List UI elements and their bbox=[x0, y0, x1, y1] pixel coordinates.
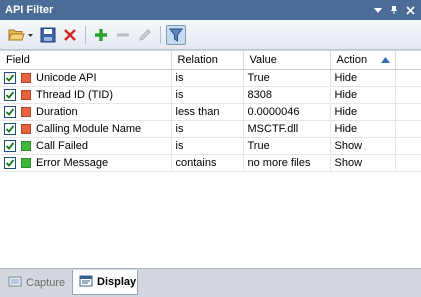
field-cell[interactable]: Thread ID (TID) bbox=[0, 86, 172, 104]
remove-icon[interactable] bbox=[113, 25, 133, 45]
action-cell[interactable]: Show bbox=[330, 137, 396, 155]
field-name: Duration bbox=[36, 105, 78, 118]
action-cell[interactable]: Hide bbox=[330, 103, 396, 121]
filter-icon[interactable] bbox=[166, 24, 186, 45]
hide-indicator-icon bbox=[21, 72, 31, 83]
table-row[interactable]: Call Failed is True Show bbox=[0, 137, 421, 155]
field-name: Thread ID (TID) bbox=[36, 88, 114, 101]
column-header-action[interactable]: Action bbox=[330, 51, 396, 70]
tab-display[interactable]: Display bbox=[72, 270, 138, 295]
relation-cell[interactable]: is bbox=[171, 86, 244, 104]
tab-capture[interactable]: Capture bbox=[2, 272, 72, 294]
toolbar-separator bbox=[160, 25, 161, 44]
field-name: Call Failed bbox=[36, 139, 88, 152]
tab-strip: Capture Display bbox=[0, 270, 421, 297]
filter-grid: Field Relation Value Action Unicode API i… bbox=[0, 51, 421, 269]
enabled-checkbox[interactable] bbox=[4, 88, 16, 101]
dropdown-icon[interactable] bbox=[371, 3, 385, 17]
capture-icon bbox=[8, 276, 22, 291]
show-indicator-icon bbox=[21, 157, 31, 168]
enabled-checkbox[interactable] bbox=[4, 156, 16, 169]
field-cell[interactable]: Calling Module Name bbox=[0, 120, 172, 138]
relation-cell[interactable]: contains bbox=[171, 154, 244, 172]
add-icon[interactable] bbox=[91, 25, 111, 45]
tab-display-label: Display bbox=[97, 276, 137, 288]
column-header-field[interactable]: Field bbox=[0, 51, 172, 70]
enabled-checkbox[interactable] bbox=[4, 139, 16, 152]
filler-cell bbox=[395, 86, 421, 104]
title-bar: API Filter bbox=[0, 0, 421, 20]
column-header-action-label: Action bbox=[336, 53, 368, 66]
toolbar-separator bbox=[85, 25, 86, 44]
field-cell[interactable]: Duration bbox=[0, 103, 172, 121]
save-icon[interactable] bbox=[38, 25, 58, 45]
enabled-checkbox[interactable] bbox=[4, 122, 16, 135]
display-icon bbox=[79, 275, 93, 290]
relation-cell[interactable]: is bbox=[171, 137, 244, 155]
tab-capture-label: Capture bbox=[26, 277, 66, 289]
field-name: Calling Module Name bbox=[36, 122, 142, 135]
filler-cell bbox=[395, 154, 421, 172]
hide-indicator-icon bbox=[21, 89, 31, 100]
value-cell[interactable]: no more files bbox=[243, 154, 331, 172]
value-cell[interactable]: True bbox=[243, 69, 331, 87]
enabled-checkbox[interactable] bbox=[4, 71, 16, 84]
window-title: API Filter bbox=[5, 4, 54, 16]
table-row[interactable]: Duration less than 0.0000046 Hide bbox=[0, 103, 421, 121]
relation-cell[interactable]: less than bbox=[171, 103, 244, 121]
value-cell[interactable]: True bbox=[243, 137, 331, 155]
field-name: Unicode API bbox=[36, 71, 97, 84]
column-header-filler bbox=[395, 51, 421, 70]
header-row: Field Relation Value Action bbox=[0, 51, 421, 70]
action-cell[interactable]: Hide bbox=[330, 86, 396, 104]
toolbar bbox=[0, 20, 421, 50]
hide-indicator-icon bbox=[21, 106, 31, 117]
field-cell[interactable]: Error Message bbox=[0, 154, 172, 172]
enabled-checkbox[interactable] bbox=[4, 105, 16, 118]
table-row[interactable]: Unicode API is True Hide bbox=[0, 69, 421, 87]
delete-icon[interactable] bbox=[60, 25, 80, 45]
pin-icon[interactable] bbox=[387, 3, 401, 17]
folder-open-icon[interactable] bbox=[6, 25, 36, 45]
filler-cell bbox=[395, 103, 421, 121]
action-cell[interactable]: Hide bbox=[330, 69, 396, 87]
column-header-relation[interactable]: Relation bbox=[171, 51, 244, 70]
relation-cell[interactable]: is bbox=[171, 69, 244, 87]
field-cell[interactable]: Call Failed bbox=[0, 137, 172, 155]
column-header-value[interactable]: Value bbox=[243, 51, 331, 70]
action-cell[interactable]: Show bbox=[330, 154, 396, 172]
value-cell[interactable]: 0.0000046 bbox=[243, 103, 331, 121]
value-cell[interactable]: MSCTF.dll bbox=[243, 120, 331, 138]
show-indicator-icon bbox=[21, 140, 31, 151]
action-cell[interactable]: Hide bbox=[330, 120, 396, 138]
field-name: Error Message bbox=[36, 156, 109, 169]
table-row[interactable]: Thread ID (TID) is 8308 Hide bbox=[0, 86, 421, 104]
close-icon[interactable] bbox=[403, 3, 417, 17]
value-cell[interactable]: 8308 bbox=[243, 86, 331, 104]
sort-ascending-icon bbox=[381, 54, 391, 66]
filler-cell bbox=[395, 120, 421, 138]
edit-icon[interactable] bbox=[135, 25, 155, 45]
filler-cell bbox=[395, 137, 421, 155]
relation-cell[interactable]: is bbox=[171, 120, 244, 138]
table-row[interactable]: Error Message contains no more files Show bbox=[0, 154, 421, 172]
table-row[interactable]: Calling Module Name is MSCTF.dll Hide bbox=[0, 120, 421, 138]
filler-cell bbox=[395, 69, 421, 87]
field-cell[interactable]: Unicode API bbox=[0, 69, 172, 87]
hide-indicator-icon bbox=[21, 123, 31, 134]
